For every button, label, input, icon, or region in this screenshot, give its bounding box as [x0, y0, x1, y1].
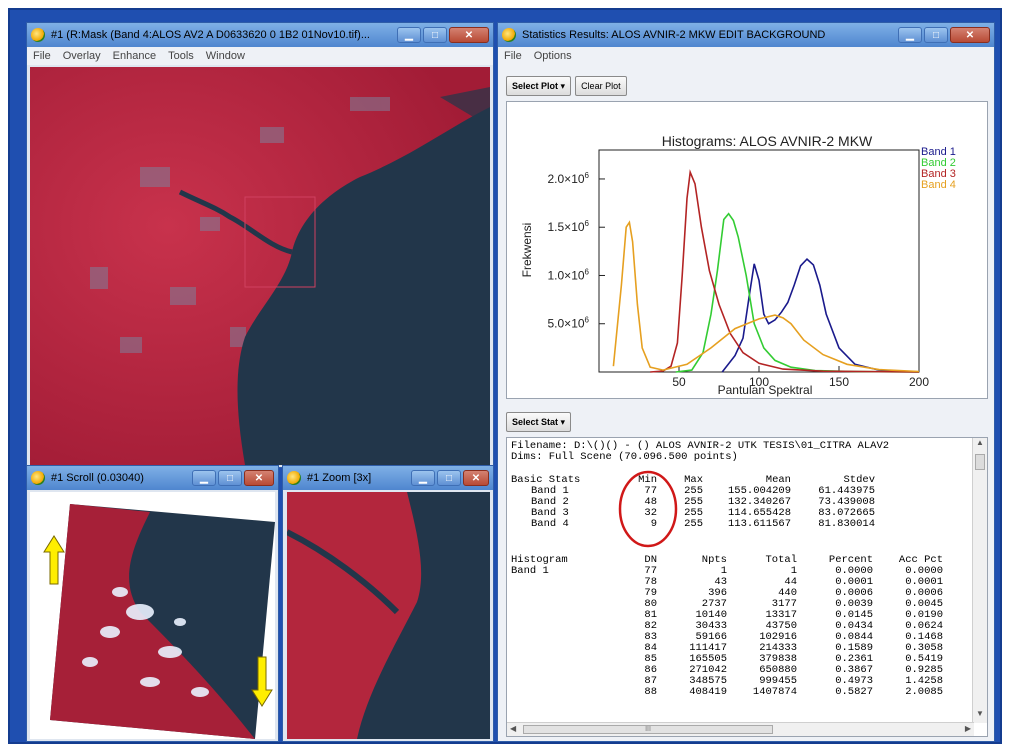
min-column-highlight-circle [618, 470, 678, 548]
statistics-window: Statistics Results: ALOS AVNIR-2 MKW EDI… [497, 22, 995, 742]
histogram-dn-value: 88 [644, 686, 657, 698]
histogram-npts-value: 408419 [689, 686, 727, 698]
menu-window[interactable]: Window [206, 50, 245, 62]
basic-stats-band-label: Band 4 [531, 518, 569, 530]
maximize-button[interactable]: □ [218, 470, 242, 486]
x-tick-label: 150 [829, 375, 849, 389]
zoom-window-title: #1 Zoom [3x] [307, 472, 372, 484]
zoom-image-graphic [287, 492, 490, 739]
minimize-button[interactable]: ▁ [411, 470, 435, 486]
series-line-band-1 [721, 257, 920, 373]
envi-globe-icon [31, 28, 45, 42]
x-tick-label: 100 [749, 375, 769, 389]
close-button[interactable]: ✕ [950, 27, 990, 43]
select-plot-label: Select Plot [512, 81, 559, 91]
scroll-right-arrow-icon[interactable]: ▶ [965, 724, 971, 733]
chevron-down-icon: ▾ [560, 80, 566, 91]
histogram-band-label: Band 1 [511, 565, 549, 577]
satellite-image-main[interactable] [30, 67, 490, 465]
mask-window-titlebar[interactable]: #1 (R:Mask (Band 4:ALOS AV2 A D0633620 0… [27, 23, 493, 47]
x-tick-label: 50 [672, 375, 686, 389]
maximize-button[interactable]: □ [437, 470, 461, 486]
histogram-plot-area: Histograms: ALOS AVNIR-2 MKW Frekwensi P… [506, 101, 988, 399]
scroll-window-titlebar[interactable]: #1 Scroll (0.03040) ▁ □ ✕ [27, 466, 278, 490]
x-tick-label: 200 [909, 375, 929, 389]
close-button[interactable]: ✕ [244, 470, 274, 486]
histogram-percent-value: 0.5827 [835, 686, 873, 698]
y-tick-label: 1.0×106 [548, 267, 590, 282]
report-horizontal-scrollbar[interactable]: ◀ III ▶ [507, 722, 974, 736]
mask-window-title: #1 (R:Mask (Band 4:ALOS AV2 A D0633620 0… [51, 29, 370, 41]
close-button[interactable]: ✕ [449, 27, 489, 43]
menu-tools[interactable]: Tools [168, 50, 194, 62]
y-tick-label: 1.5×106 [548, 219, 590, 234]
clear-plot-button[interactable]: Clear Plot [575, 76, 627, 96]
legend-entry-band-4: Band 4 [921, 179, 956, 191]
y-tick-label: 5.0×106 [548, 316, 590, 331]
basic-stats-stdev-value: 81.830014 [818, 518, 875, 530]
stats-report-panel[interactable]: Filename: D:\()() - () ALOS AVNIR-2 UTK … [506, 437, 988, 737]
mask-image-window: #1 (R:Mask (Band 4:ALOS AV2 A D0633620 0… [26, 22, 494, 468]
maximize-button[interactable]: □ [423, 27, 447, 43]
histogram-chart: Histograms: ALOS AVNIR-2 MKW Frekwensi P… [520, 133, 956, 397]
menu-enhance[interactable]: Enhance [113, 50, 156, 62]
stats-window-titlebar[interactable]: Statistics Results: ALOS AVNIR-2 MKW EDI… [498, 23, 994, 47]
scrollbar-thumb[interactable] [975, 454, 985, 470]
menu-file[interactable]: File [33, 50, 51, 62]
chart-title: Histograms: ALOS AVNIR-2 MKW [662, 133, 873, 149]
up-arrow-icon [43, 535, 65, 585]
hist-header-npts: Npts [701, 554, 727, 566]
scroll-down-arrow-icon[interactable]: ▼ [973, 709, 987, 723]
scroll-up-arrow-icon[interactable]: ▲ [973, 438, 987, 452]
series-line-band-2 [675, 212, 920, 373]
envi-globe-icon [287, 471, 301, 485]
stat-toolbar: Select Stat ▾ [506, 412, 572, 432]
scroll-window-title: #1 Scroll (0.03040) [51, 472, 144, 484]
plot-frame [598, 149, 920, 373]
satellite-image-main-graphic [30, 67, 490, 465]
envi-globe-icon [502, 28, 516, 42]
minimize-button[interactable]: ▁ [397, 27, 421, 43]
zoom-image[interactable] [287, 492, 490, 739]
envi-globe-icon [31, 471, 45, 485]
screenshot-frame: #1 (R:Mask (Band 4:ALOS AV2 A D0633620 0… [8, 8, 1002, 744]
maximize-button[interactable]: □ [924, 27, 948, 43]
scroll-image[interactable] [30, 492, 275, 739]
scroll-left-arrow-icon[interactable]: ◀ [510, 724, 516, 733]
chevron-down-icon: ▾ [560, 416, 566, 427]
minimize-button[interactable]: ▁ [192, 470, 216, 486]
y-axis-label: Frekwensi [520, 223, 534, 278]
plot-toolbar: Select Plot ▾ Clear Plot [506, 76, 627, 96]
menu-file[interactable]: File [504, 50, 522, 62]
zoom-window-titlebar[interactable]: #1 Zoom [3x] ▁ □ ✕ [283, 466, 493, 490]
menu-options[interactable]: Options [534, 50, 572, 62]
histogram-total-value: 1407874 [752, 686, 797, 698]
scroll-window: #1 Scroll (0.03040) ▁ □ ✕ [26, 465, 279, 742]
close-button[interactable]: ✕ [463, 470, 489, 486]
scroll-image-graphic [43, 504, 275, 739]
minimize-button[interactable]: ▁ [898, 27, 922, 43]
select-stat-button[interactable]: Select Stat ▾ [506, 412, 572, 432]
stats-window-menubar: File Options [498, 47, 994, 65]
hist-header-total: Total [765, 554, 797, 566]
hscrollbar-thumb[interactable]: III [523, 725, 773, 734]
menu-overlay[interactable]: Overlay [63, 50, 101, 62]
select-plot-button[interactable]: Select Plot ▾ [506, 76, 572, 96]
y-tick-label: 2.0×106 [548, 171, 590, 186]
series-line-band-4 [612, 220, 920, 373]
select-stat-label: Select Stat [512, 417, 559, 427]
stats-window-title: Statistics Results: ALOS AVNIR-2 MKW EDI… [522, 29, 826, 41]
series-line-band-3 [650, 169, 920, 373]
mask-window-menubar: File Overlay Enhance Tools Window [27, 47, 493, 65]
basic-stats-mean-value: 113.611567 [727, 518, 791, 530]
histogram-acc-pct-value: 2.0085 [905, 686, 943, 698]
dims-line: Dims: Full Scene (70.096.500 points) [511, 451, 738, 463]
zoom-window: #1 Zoom [3x] ▁ □ ✕ [282, 465, 494, 742]
report-vertical-scrollbar[interactable]: ▲ ▼ [972, 438, 987, 723]
